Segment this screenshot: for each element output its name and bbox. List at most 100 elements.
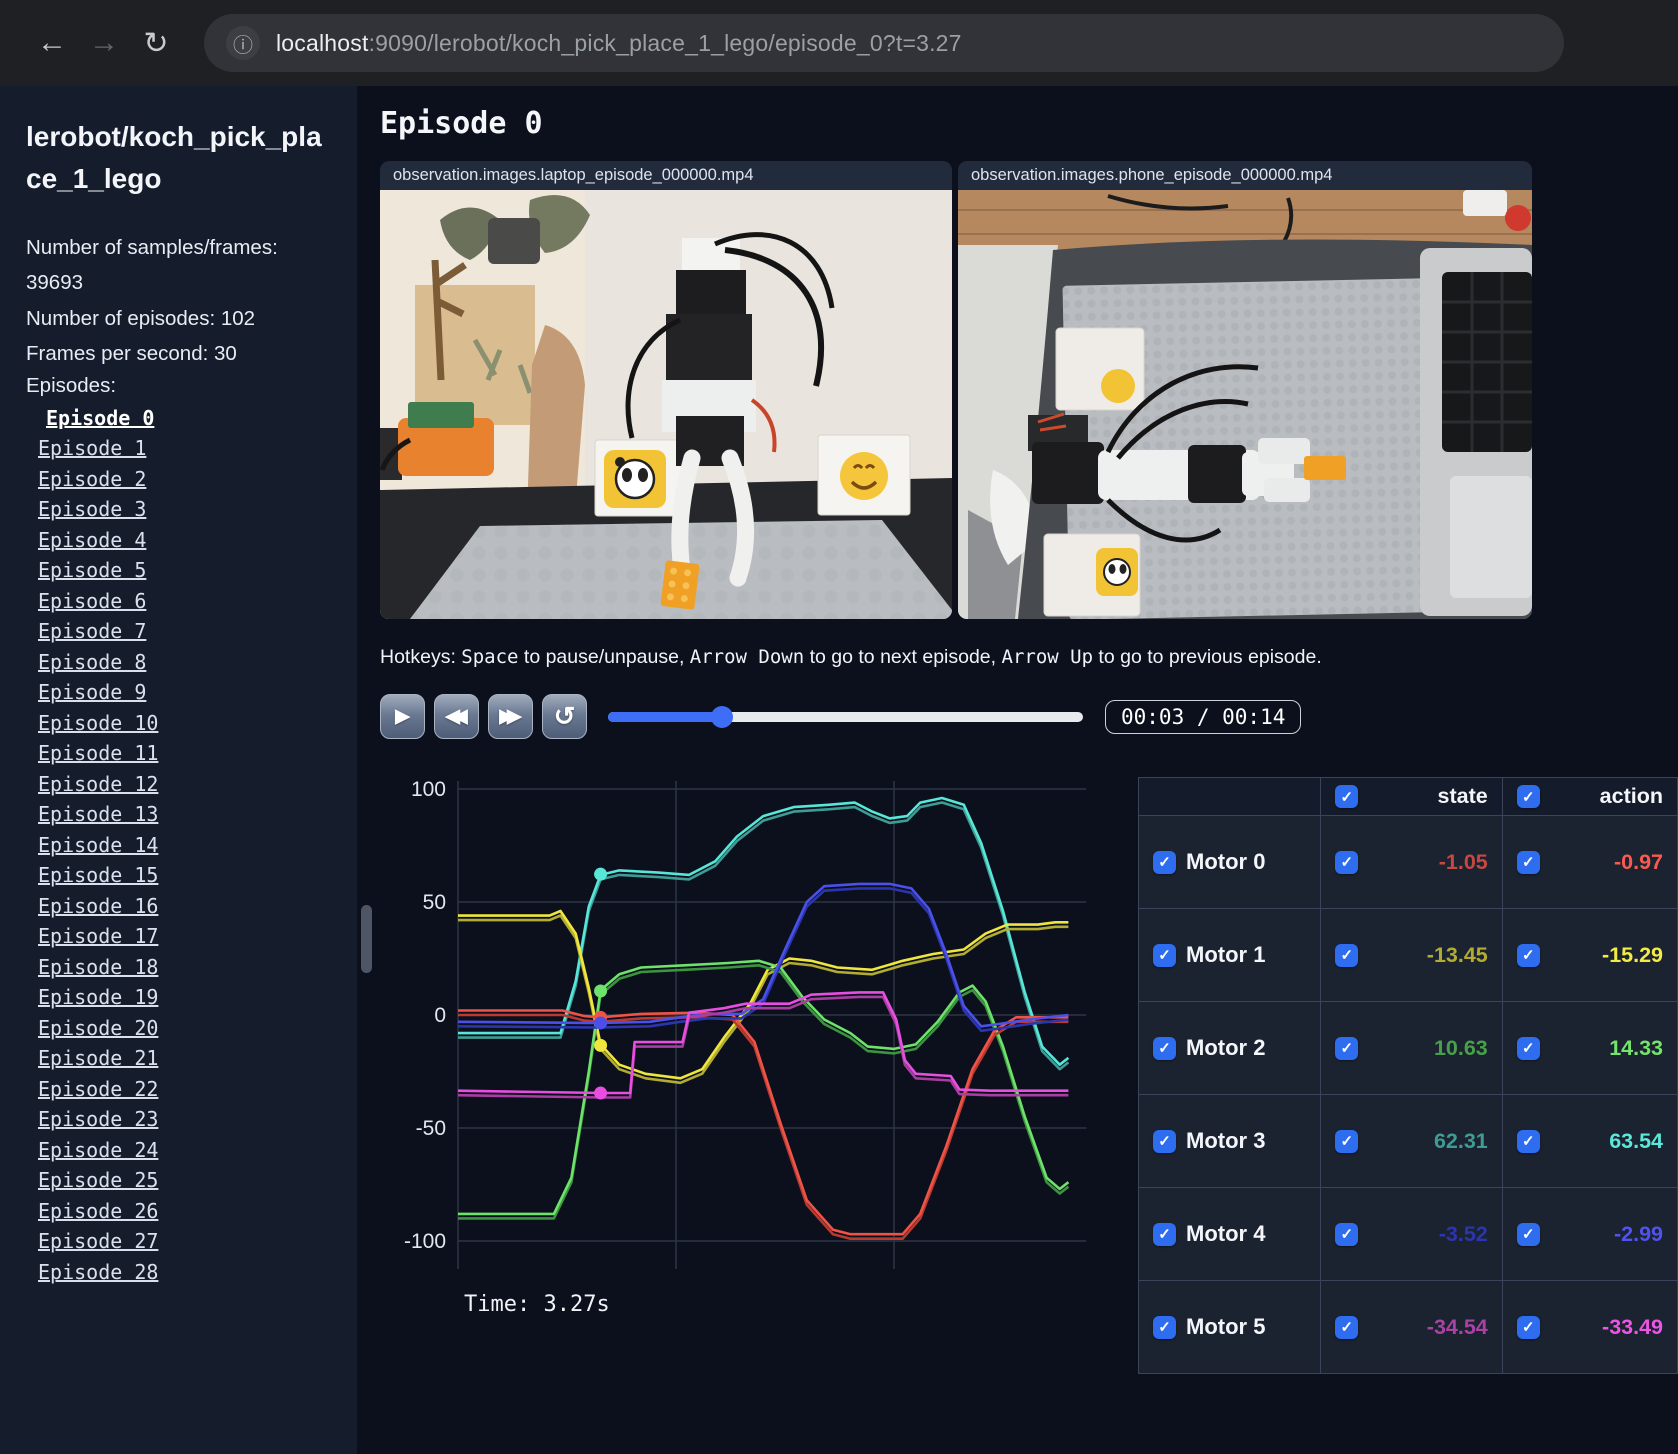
motor-2-action-checkbox[interactable]: ✓ [1516,1036,1540,1060]
episode-link-18[interactable]: Episode 18 [26,955,158,979]
episode-link-27[interactable]: Episode 27 [26,1229,158,1253]
episode-link-25[interactable]: Episode 25 [26,1168,158,1192]
motor-5-state-value: -34.54 [1426,1314,1488,1339]
motor-5-checkbox[interactable]: ✓ [1153,1315,1176,1339]
time-display: 00:03 / 00:14 [1105,699,1302,734]
motor-4-state-checkbox[interactable]: ✓ [1335,1222,1359,1246]
episode-link-19[interactable]: Episode 19 [26,985,158,1009]
motor-1-checkbox[interactable]: ✓ [1153,943,1176,967]
current-time-dot-motor-1 [594,1038,608,1052]
motor-table: ✓ state ✓ action ✓ Motor 0 ✓ -1.05 ✓ -0.97 ✓ Mo [1137,777,1678,1374]
motor-row-2: ✓ Motor 2 ✓ 10.63 ✓ 14.33 [1137,1001,1678,1095]
phone-video-title: observation.images.phone_episode_000000.… [958,161,1532,190]
episode-link-24[interactable]: Episode 24 [26,1138,158,1162]
laptop-video[interactable] [380,190,952,619]
episode-link-12[interactable]: Episode 12 [26,772,158,796]
episode-link-20[interactable]: Episode 20 [26,1016,158,1040]
motor-3-state-value: 62.31 [1433,1128,1488,1153]
forward-icon[interactable]: → [78,26,130,60]
episode-link-23[interactable]: Episode 23 [26,1107,158,1131]
motor-3-action-value: 63.54 [1609,1128,1663,1153]
motor-2-state-checkbox[interactable]: ✓ [1335,1036,1359,1060]
sidebar: lerobot/koch_pick_place_1_lego Number of… [0,86,357,1454]
hotkeys-help: Hotkeys: Space to pause/unpause, Arrow D… [380,646,1678,669]
seek-slider-thumb[interactable] [711,705,733,728]
episode-link-10[interactable]: Episode 10 [26,711,158,735]
hotkey-text: Hotkeys: [380,646,462,668]
episode-link-8[interactable]: Episode 8 [26,650,146,674]
motor-0-checkbox[interactable]: ✓ [1153,850,1176,874]
episode-link-26[interactable]: Episode 26 [26,1199,158,1223]
hotkey-key: Space [461,646,519,668]
motor-0-action-checkbox[interactable]: ✓ [1516,850,1540,874]
motor-0-label: Motor 0 [1186,849,1266,874]
episode-link-22[interactable]: Episode 22 [26,1077,158,1101]
y-tick-label: -50 [416,1117,446,1140]
back-icon[interactable]: ← [26,26,78,60]
motor-1-label: Motor 1 [1186,942,1266,967]
motor-chart: 100500-50-1000510 [404,778,1087,1308]
episode-link-16[interactable]: Episode 16 [26,894,158,918]
rewind-button[interactable]: ◀◀ [434,694,479,739]
main-panel: Episode 0 observation.images.laptop_epis… [357,86,1678,1454]
episode-link-9[interactable]: Episode 9 [26,680,146,704]
motor-1-action-checkbox[interactable]: ✓ [1516,943,1540,967]
episode-link-13[interactable]: Episode 13 [26,802,158,826]
action-header-checkbox[interactable]: ✓ [1516,785,1540,808]
motor-2-checkbox[interactable]: ✓ [1153,1036,1176,1060]
dataset-stat: Number of episodes: 102 [26,306,256,330]
motor-row-3: ✓ Motor 3 ✓ 62.31 ✓ 63.54 [1137,1094,1678,1188]
current-time-dot-motor-2 [594,984,608,998]
motor-4-action-checkbox[interactable]: ✓ [1516,1222,1540,1246]
hotkey-text: to go to previous episode. [1093,646,1322,668]
action-header: ✓ action [1501,777,1678,816]
motor-3-state-checkbox[interactable]: ✓ [1335,1129,1359,1153]
browser-toolbar: ← → ↻ ⓘ localhost:9090/lerobot/koch_pick… [0,0,1678,86]
episode-link-0[interactable]: Episode 0 [26,406,154,430]
seek-slider-fill [608,711,722,722]
episode-link-7[interactable]: Episode 7 [26,619,146,643]
episode-link-4[interactable]: Episode 4 [26,528,146,552]
phone-video[interactable] [958,190,1532,619]
episode-link-1[interactable]: Episode 1 [26,436,146,460]
y-tick-label: 0 [434,1004,446,1027]
motor-5-state-checkbox[interactable]: ✓ [1335,1315,1359,1339]
motor-2-state-value: 10.63 [1433,1035,1488,1060]
hotkey-key: Arrow Down [689,646,805,668]
motor-row-5: ✓ Motor 5 ✓ -34.54 ✓ -33.49 [1137,1280,1678,1374]
motor-2-label: Motor 2 [1186,1035,1266,1060]
motor-4-action-value: -2.99 [1613,1221,1663,1246]
episode-link-6[interactable]: Episode 6 [26,589,146,613]
site-info-icon[interactable]: ⓘ [226,26,260,60]
motor-3-action-checkbox[interactable]: ✓ [1516,1129,1540,1153]
episode-link-3[interactable]: Episode 3 [26,497,146,521]
address-bar[interactable]: ⓘ localhost:9090/lerobot/koch_pick_place… [204,14,1564,72]
episode-link-5[interactable]: Episode 5 [26,558,146,582]
episode-link-21[interactable]: Episode 21 [26,1046,158,1070]
state-header-checkbox[interactable]: ✓ [1335,785,1359,808]
episode-link-14[interactable]: Episode 14 [26,833,158,857]
motor-0-state-checkbox[interactable]: ✓ [1335,850,1359,874]
hotkey-text: to pause/unpause, [518,646,690,668]
episode-link-2[interactable]: Episode 2 [26,467,146,491]
hotkey-key: Arrow Up [1001,646,1094,668]
motor-3-checkbox[interactable]: ✓ [1153,1129,1176,1153]
seek-slider[interactable] [608,705,1083,728]
rewind-icon: ◀◀ [445,706,467,727]
reload-icon[interactable]: ↻ [130,26,182,61]
motor-5-action-checkbox[interactable]: ✓ [1516,1315,1540,1339]
episode-link-17[interactable]: Episode 17 [26,924,158,948]
loop-button[interactable]: ↺ [542,694,587,739]
episode-link-15[interactable]: Episode 15 [26,863,158,887]
laptop-video-title: observation.images.laptop_episode_000000… [380,161,952,190]
fast-forward-button[interactable]: ▶▶ [488,694,533,739]
motor-1-state-checkbox[interactable]: ✓ [1335,943,1359,967]
motor-4-checkbox[interactable]: ✓ [1153,1222,1176,1246]
series-action-motor-0 [458,1009,1069,1236]
motor-1-state-value: -13.45 [1426,942,1488,967]
episode-link-11[interactable]: Episode 11 [26,741,158,765]
play-button[interactable]: ▶ [380,694,425,739]
motor-5-label: Motor 5 [1186,1314,1266,1339]
episode-link-28[interactable]: Episode 28 [26,1260,158,1284]
playback-controls: ▶ ◀◀ ▶▶ ↺ 00:03 / 00:14 [380,694,1678,739]
